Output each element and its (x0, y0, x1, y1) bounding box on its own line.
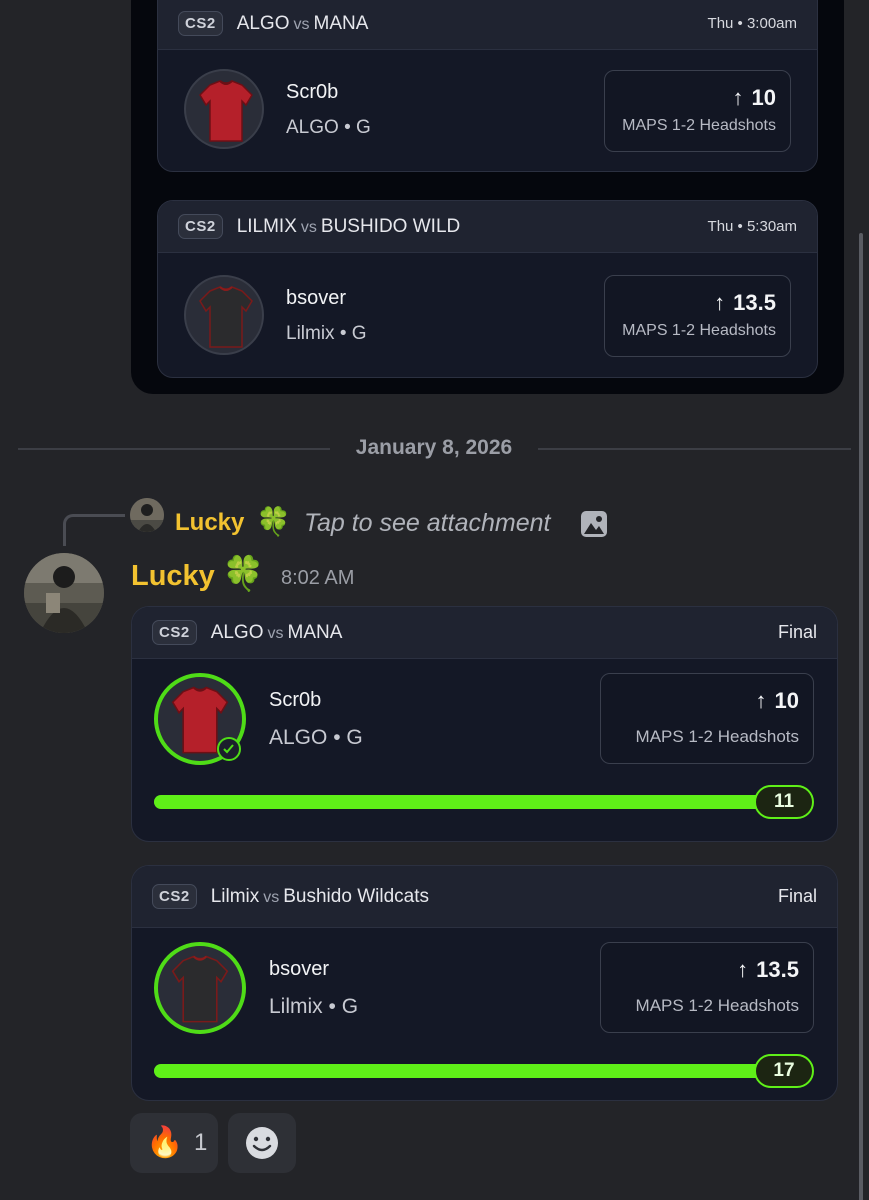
jersey-icon (171, 955, 229, 1023)
status-label: Final (777, 886, 817, 906)
reaction-fire[interactable]: 🔥 1 (130, 1113, 218, 1173)
player-name: Scr0b (286, 81, 339, 103)
image-icon (580, 510, 608, 543)
match-time: Thu • 5:30am (707, 218, 797, 235)
reply-connector (63, 514, 125, 546)
player-team: ALGO • G (269, 726, 363, 749)
previous-embed: CS2 ALGO vs MANA Thu • 3:00am Scr0b ALGO •… (131, 0, 844, 394)
line-box: ↑ 10 MAPS 1-2 Headshots (600, 673, 814, 764)
game-badge: CS2 (178, 214, 223, 239)
player-jersey-avatar (154, 942, 246, 1034)
author-name[interactable]: Lucky (131, 560, 215, 593)
date-divider: January 8, 2026 (355, 436, 513, 459)
result-value: 11 (754, 785, 814, 819)
result-value: 17 (754, 1054, 814, 1088)
avatar-image (24, 553, 104, 633)
pick-card-header: CS2 ALGO vs MANA Final (132, 607, 837, 659)
jersey-icon (199, 80, 253, 142)
progress-bar (154, 1064, 764, 1078)
pick-card-header: CS2 Lilmix vs Bushido Wildcats Final (132, 866, 837, 928)
fire-emoji: 🔥 (146, 1126, 184, 1159)
pick-card-header: CS2 ALGO vs MANA Thu • 3:00am (158, 0, 817, 50)
clover-emoji: 🍀 (222, 555, 265, 593)
player-name: Scr0b (269, 689, 322, 711)
jersey-icon (199, 286, 253, 348)
player-jersey-avatar (184, 69, 264, 149)
reaction-count: 1 (194, 1129, 208, 1156)
settled-pick-card[interactable]: CS2 Lilmix vs Bushido Wildcats Final bsove… (131, 865, 838, 1101)
divider-line-right (538, 448, 851, 450)
arrow-up-icon: ↑ (737, 957, 749, 982)
divider-line-left (18, 448, 330, 450)
avatar-image (130, 498, 164, 532)
pick-card-header: CS2 LILMIX vs BUSHIDO WILD Thu • 5:30am (158, 201, 817, 253)
author-avatar[interactable] (24, 553, 104, 633)
status-label: Final (777, 622, 817, 642)
arrow-up-icon: ↑ (732, 85, 744, 110)
progress-fill (154, 795, 764, 809)
game-badge: CS2 (178, 11, 223, 36)
stat-label: MAPS 1-2 Headshots (635, 727, 799, 746)
player-name: bsover (269, 958, 330, 980)
line-value: 10 (774, 688, 799, 713)
add-reaction-button[interactable] (228, 1113, 296, 1173)
match-title: Lilmix vs Bushido Wildcats (210, 885, 429, 907)
line-value: 13.5 (756, 957, 799, 982)
settled-pick-card[interactable]: CS2 ALGO vs MANA Final Scr0b ALGO • G ↑ 10 … (131, 606, 838, 842)
line-value: 13.5 (733, 290, 776, 315)
match-title: ALGO vs MANA (210, 621, 343, 643)
stat-label: MAPS 1-2 Headshots (635, 996, 799, 1015)
progress-bar (154, 795, 764, 809)
player-name: bsover (286, 287, 347, 309)
reply-preview-text[interactable]: Tap to see attachment (304, 509, 550, 538)
progress-fill (154, 1064, 764, 1078)
line-box: ↑ 13.5 MAPS 1-2 Headshots (604, 275, 791, 357)
game-badge: CS2 (152, 884, 197, 909)
stat-label: MAPS 1-2 Headshots (622, 117, 776, 134)
check-icon (217, 737, 241, 761)
clover-emoji: 🍀 (256, 506, 291, 537)
stat-label: MAPS 1-2 Headshots (622, 322, 776, 339)
message-timestamp: 8:02 AM (281, 567, 355, 589)
pick-card[interactable]: CS2 ALGO vs MANA Thu • 3:00am Scr0b ALGO •… (157, 0, 818, 172)
add-reaction-icon (246, 1127, 278, 1159)
reply-author-name[interactable]: Lucky (175, 509, 244, 537)
scrollbar[interactable] (859, 233, 863, 1200)
player-team: Lilmix • G (269, 995, 359, 1018)
player-team: ALGO • G (286, 117, 371, 138)
reply-avatar[interactable] (130, 498, 164, 532)
player-jersey-avatar (184, 275, 264, 355)
game-badge: CS2 (152, 620, 197, 645)
arrow-up-icon: ↑ (714, 290, 726, 315)
pick-card[interactable]: CS2 LILMIX vs BUSHIDO WILD Thu • 5:30am bs… (157, 200, 818, 378)
match-time: Thu • 3:00am (707, 15, 797, 32)
match-title: ALGO vs MANA (236, 12, 369, 34)
line-box: ↑ 13.5 MAPS 1-2 Headshots (600, 942, 814, 1033)
player-team: Lilmix • G (286, 323, 367, 344)
match-title: LILMIX vs BUSHIDO WILD (236, 215, 461, 237)
arrow-up-icon: ↑ (755, 688, 767, 713)
line-value: 10 (751, 85, 776, 110)
line-box: ↑ 10 MAPS 1-2 Headshots (604, 70, 791, 152)
